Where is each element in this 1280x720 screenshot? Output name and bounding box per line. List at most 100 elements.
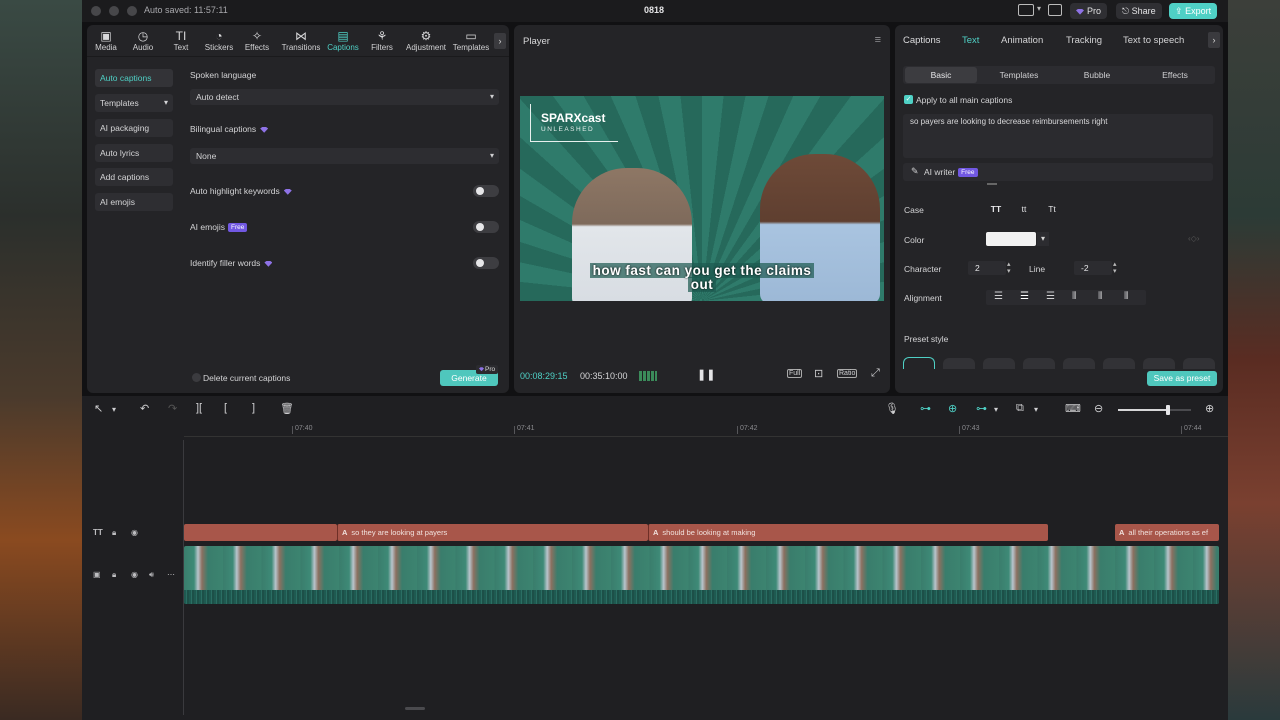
lock-icon[interactable]: 🔒︎: [112, 528, 116, 538]
save-as-preset-button[interactable]: Save as preset: [1147, 371, 1217, 386]
tool-audio[interactable]: ◷ Audio: [124, 29, 162, 52]
tab-tracking[interactable]: Tracking: [1066, 35, 1102, 46]
video-clip[interactable]: [184, 546, 1219, 604]
caption-clip[interactable]: Aall their operations as ef: [1115, 524, 1219, 541]
chevron-down-icon[interactable]: ▾: [112, 405, 116, 414]
main-track-magnet-icon[interactable]: ⊶: [920, 402, 931, 415]
split-icon[interactable]: ][: [196, 402, 202, 414]
sidebar-item-templates[interactable]: Templates ▾: [95, 94, 173, 112]
redo-icon[interactable]: ↷: [168, 402, 177, 415]
color-swatch[interactable]: [986, 232, 1036, 246]
tab-captions[interactable]: Captions: [903, 35, 941, 46]
eye-icon[interactable]: ◉: [131, 528, 138, 537]
shortcuts-icon[interactable]: [1048, 4, 1062, 16]
split-right-icon[interactable]: ]: [252, 402, 255, 414]
align-right-icon[interactable]: ☰: [1046, 291, 1055, 302]
tool-transitions[interactable]: ⋈ Transitions: [281, 29, 321, 52]
zoom-slider-handle[interactable]: [1166, 405, 1170, 415]
more-icon[interactable]: ⋯: [167, 570, 175, 579]
caption-clip[interactable]: [184, 524, 337, 541]
chevron-down-icon[interactable]: ▾: [1034, 405, 1038, 414]
ai-writer-button[interactable]: AI writer Free: [924, 167, 978, 178]
sidebar-item-add-captions[interactable]: Add captions: [95, 168, 173, 186]
undo-icon[interactable]: ↶: [140, 402, 149, 415]
tool-text[interactable]: TI Text: [162, 29, 200, 52]
subtab-basic[interactable]: Basic: [905, 67, 977, 83]
zoom-in-icon[interactable]: ⊕: [1205, 402, 1214, 415]
lock-icon[interactable]: 🔒︎: [112, 570, 116, 580]
preset-style-item[interactable]: [1063, 358, 1095, 369]
fullscreen-icon[interactable]: ⤢: [871, 367, 880, 380]
subtab-bubble[interactable]: Bubble: [1061, 67, 1133, 83]
tool-templates[interactable]: ▭ Templates: [452, 29, 490, 52]
preset-style-item[interactable]: [1183, 358, 1215, 369]
tool-stickers[interactable]: ◔ Stickers: [200, 29, 238, 52]
zoom-fit-icon[interactable]: ⊡: [814, 367, 823, 380]
scroll-right-button[interactable]: ›: [1208, 32, 1220, 48]
tool-media[interactable]: ▣ Media: [87, 29, 125, 52]
sidebar-item-auto-lyrics[interactable]: Auto lyrics: [95, 144, 173, 162]
horizontal-scrollbar[interactable]: [405, 707, 425, 710]
minimize-window-button[interactable]: [109, 6, 119, 16]
select-tool-icon[interactable]: ↖: [94, 402, 103, 415]
zoom-slider[interactable]: [1118, 405, 1191, 415]
sidebar-item-ai-emojis[interactable]: AI emojis: [95, 193, 173, 211]
keyframe-icon[interactable]: ‹◇›: [1188, 234, 1199, 243]
preset-style-item[interactable]: [1103, 358, 1135, 369]
apply-all-checkbox[interactable]: ✓: [904, 95, 913, 104]
maximize-window-button[interactable]: [127, 6, 137, 16]
chevron-down-icon[interactable]: ▾: [1037, 4, 1041, 13]
scroll-right-button[interactable]: ›: [494, 33, 506, 49]
caption-text-input[interactable]: so payers are looking to decrease reimbu…: [903, 114, 1213, 158]
sidebar-item-auto-captions[interactable]: Auto captions: [95, 69, 173, 87]
case-lower-button[interactable]: tt: [1012, 202, 1036, 216]
share-button[interactable]: ⎋ Share: [1116, 3, 1162, 19]
tab-text[interactable]: Text: [962, 35, 979, 46]
line-spacing-input[interactable]: -2: [1074, 261, 1112, 275]
stepper-icon[interactable]: ▴ ▾: [1007, 261, 1011, 275]
delete-icon[interactable]: 🗑: [280, 402, 294, 415]
auto-snap-icon[interactable]: ⊕: [948, 402, 957, 415]
character-spacing-input[interactable]: 2: [968, 261, 1006, 275]
eye-icon[interactable]: ◉: [131, 570, 138, 579]
tool-filters[interactable]: ⚘ Filters: [363, 29, 401, 52]
bilingual-captions-select[interactable]: None ▾: [190, 148, 499, 164]
case-title-button[interactable]: Tt: [1040, 202, 1064, 216]
sidebar-item-ai-packaging[interactable]: AI packaging: [95, 119, 173, 137]
video-preview[interactable]: SPARXcast UNLEASHED how fast can you get…: [520, 96, 884, 301]
preset-style-item[interactable]: [943, 358, 975, 369]
tab-text-to-speech[interactable]: Text to speech: [1123, 35, 1184, 46]
preset-style-item[interactable]: [1143, 358, 1175, 369]
delete-captions-checkbox[interactable]: [192, 373, 201, 382]
subtab-effects[interactable]: Effects: [1139, 67, 1211, 83]
filler-words-toggle[interactable]: [473, 257, 499, 269]
case-upper-button[interactable]: TT: [984, 202, 1008, 216]
preview-axis-icon[interactable]: ⧉: [1016, 402, 1024, 415]
caption-display-icon[interactable]: ⌨: [1065, 402, 1081, 415]
ratio-button[interactable]: Ratio: [837, 369, 858, 378]
caption-clip[interactable]: Ashould be looking at making: [648, 524, 1048, 541]
pause-button[interactable]: ❚❚: [697, 368, 715, 381]
layout-icon[interactable]: [1018, 4, 1034, 16]
close-window-button[interactable]: [91, 6, 101, 16]
align-bottom-icon[interactable]: ⦀: [1124, 291, 1128, 302]
tool-effects[interactable]: ✧ Effects: [238, 29, 276, 52]
align-center-icon[interactable]: ☰: [1020, 291, 1029, 302]
ai-emojis-toggle[interactable]: [473, 221, 499, 233]
chevron-down-icon[interactable]: ▾: [994, 405, 998, 414]
caption-clip[interactable]: Aso they are looking at payers: [337, 524, 648, 541]
tab-animation[interactable]: Animation: [1001, 35, 1043, 46]
stepper-icon[interactable]: ▴ ▾: [1113, 261, 1117, 275]
preset-style-item[interactable]: [983, 358, 1015, 369]
pro-button[interactable]: Pro: [1070, 3, 1108, 19]
speaker-icon[interactable]: 🔊︎: [149, 570, 154, 580]
microphone-icon[interactable]: 🎙: [885, 402, 899, 415]
align-left-icon[interactable]: ☰: [994, 291, 1003, 302]
chevron-down-icon[interactable]: ▾: [1037, 232, 1049, 246]
tool-adjustment[interactable]: ⚙ Adjustment: [405, 29, 447, 52]
spoken-language-select[interactable]: Auto detect ▾: [190, 89, 499, 105]
full-button[interactable]: Full: [787, 369, 803, 378]
preset-style-item[interactable]: [903, 357, 935, 369]
align-top-icon[interactable]: ⦀: [1072, 291, 1076, 302]
export-button[interactable]: ⇪ Export: [1169, 3, 1218, 19]
